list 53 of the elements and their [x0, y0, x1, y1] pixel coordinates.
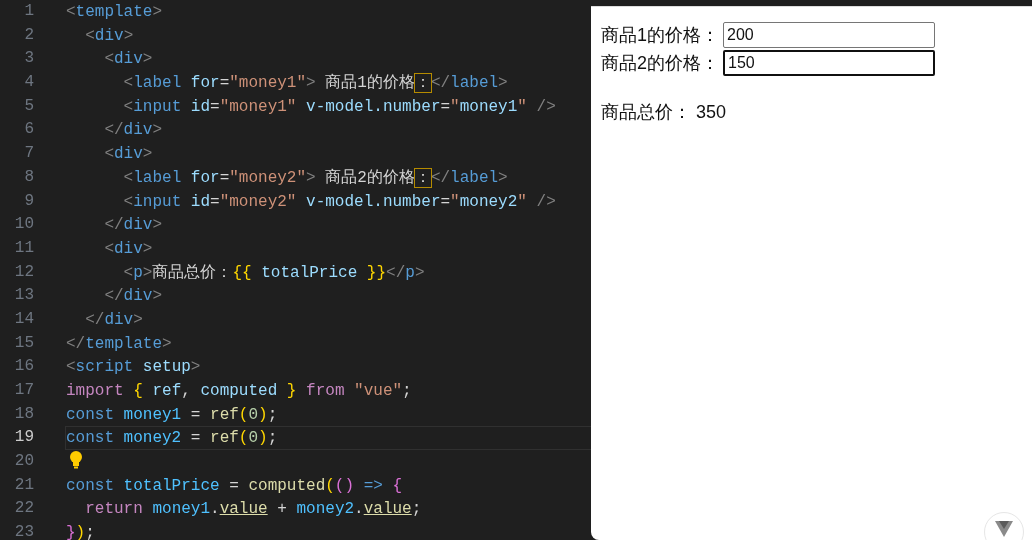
line-number: 19 — [13, 427, 34, 449]
line-number: 9 — [23, 190, 34, 212]
code-line: const money2 = ref(0); — [66, 429, 278, 448]
line-number: 3 — [23, 48, 34, 70]
code-line: const totalPrice = computed(() => { — [66, 476, 403, 495]
code-line: <template> — [66, 3, 163, 21]
line-number: 21 — [13, 474, 34, 496]
price-input[interactable]: 150 — [723, 50, 935, 76]
field-label: 商品2的价格： — [601, 51, 719, 75]
line-number: 6 — [23, 119, 34, 141]
code-line: <input id="money2" v-model.number="money2" /> — [122, 192, 556, 211]
line-number: 5 — [23, 95, 34, 117]
field-label: 商品1的价格： — [601, 23, 719, 47]
code-line: <script setup> — [66, 358, 201, 377]
code-line: <label for="money2"> 商品2的价格：</label> — [122, 168, 508, 187]
line-number: 14 — [13, 308, 34, 330]
triangle-icon — [995, 521, 1013, 537]
code-line: <p>商品总价：{{ totalPrice }}</p> — [122, 263, 425, 282]
line-number: 7 — [23, 143, 34, 165]
line-number: 11 — [13, 237, 34, 259]
lightbulb-icon[interactable] — [69, 451, 83, 470]
line-number: 4 — [23, 72, 34, 94]
line-number: 10 — [13, 214, 34, 236]
code-line: return money1.value + money2.value; — [84, 500, 422, 519]
line-number: 1 — [23, 1, 34, 22]
line-number: 23 — [13, 522, 34, 540]
line-number: 13 — [13, 285, 34, 307]
code-line: </div> — [84, 310, 143, 329]
code-line: <div> — [103, 50, 153, 69]
line-number: 15 — [13, 332, 34, 354]
line-number: 8 — [23, 166, 34, 188]
code-line: </div> — [103, 121, 163, 140]
code-line: <input id="money1" v-model.number="money1" /> — [122, 97, 556, 116]
code-line: </template> — [66, 334, 172, 353]
code-line: const money1 = ref(0); — [66, 405, 278, 424]
total-price-text: 商品总价： 350 — [601, 101, 728, 124]
code-line: }); — [66, 524, 95, 540]
code-line: import { ref, computed } from "vue"; — [66, 382, 412, 400]
price-input[interactable]: 200 — [723, 22, 935, 48]
line-number: 16 — [13, 356, 34, 378]
code-line: </div> — [103, 287, 163, 306]
code-line: <div> — [103, 145, 153, 164]
code-line: </div> — [103, 216, 163, 235]
line-number: 17 — [13, 380, 34, 401]
code-line: <label for="money1"> 商品1的价格：</label> — [122, 74, 508, 93]
line-number: 22 — [13, 498, 34, 520]
code-line: <div> — [84, 26, 134, 45]
line-number: 20 — [13, 451, 34, 473]
code-line: <div> — [103, 239, 153, 258]
line-number: 12 — [13, 261, 34, 283]
line-number: 2 — [23, 24, 34, 46]
line-number: 18 — [13, 403, 34, 425]
devtools-button[interactable] — [984, 512, 1024, 540]
